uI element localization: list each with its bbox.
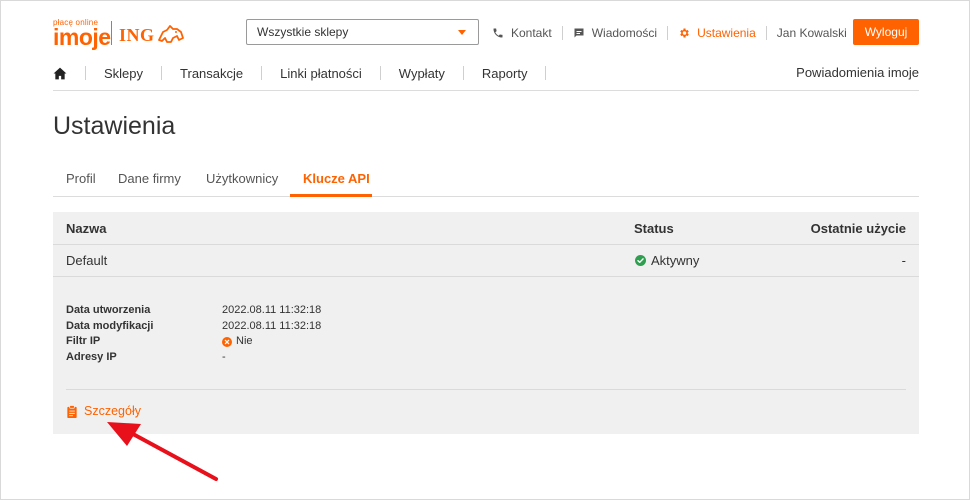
clipboard-icon [67,404,77,418]
home-icon [53,67,67,79]
page-title: Ustawienia [53,112,176,140]
store-select-value: Wszystkie sklepy [257,25,349,39]
header-links: Kontakt Wiadomości Ustawienia Jan Kowals… [492,25,847,41]
store-select[interactable]: Wszystkie sklepy [246,19,479,45]
modified-value: 2022.08.11 11:32:18 [222,319,322,332]
details-link-label: Szczegóły [84,404,141,418]
divider [462,66,464,80]
created-label: Data utworzenia [66,304,151,316]
divider [765,26,767,40]
check-circle-icon [635,255,646,266]
column-header-last-used: Ostatnie użycie [810,221,906,236]
modified-label: Data modyfikacji [66,319,154,332]
active-tab-indicator [290,194,372,197]
contact-link[interactable]: Kontakt [492,26,552,40]
row-divider [53,276,919,277]
nav-item-raporty[interactable]: Raporty [482,66,528,81]
imoje-ing-logo[interactable]: płacę online imoje ING [53,15,193,50]
created-value: 2022.08.11 11:32:18 [222,304,322,316]
ip-addresses-value: - [222,350,226,363]
nav-divider [53,90,919,91]
status-label: Aktywny [651,253,700,268]
settings-tabs: Profil Dane firmy Użytkownicy Klucze API [53,161,919,197]
contact-label: Kontakt [511,26,552,40]
ip-addresses-label: Adresy IP [66,350,117,363]
status-badge: Aktywny [635,253,699,268]
details-link[interactable]: Szczegóły [66,404,141,418]
user-name[interactable]: Jan Kowalski [777,26,847,40]
column-header-name: Nazwa [66,221,107,236]
nav-home[interactable] [53,67,67,80]
api-key-name: Default [66,253,108,268]
divider [161,66,163,80]
ing-lion-icon [158,25,184,43]
logout-button[interactable]: Wyloguj [853,19,919,45]
divider [261,66,263,80]
settings-link[interactable]: Ustawienia [678,26,756,40]
api-keys-table: Nazwa Status Ostatnie użycie Default Akt… [53,212,919,434]
ip-filter-text: Nie [236,335,253,347]
notifications-link[interactable]: Powiadomienia imoje [796,65,919,80]
divider [545,66,547,80]
messages-link[interactable]: Wiadomości [573,26,657,40]
nav-item-wyplaty[interactable]: Wypłaty [399,66,445,81]
tab-profil[interactable]: Profil [66,171,96,186]
column-header-status: Status [634,221,674,236]
logo-brand: imoje [53,24,111,50]
divider [667,26,669,40]
main-nav: Sklepy Transakcje Linki płatności Wypłat… [53,63,919,83]
nav-item-linki-platnosci[interactable]: Linki płatności [280,66,362,81]
nav-item-transakcje[interactable]: Transakcje [180,66,243,81]
last-used-value: - [901,253,906,268]
logo-partner: ING [119,25,155,45]
ip-filter-label: Filtr IP [66,335,101,347]
divider [379,66,381,80]
x-circle-icon [222,336,232,347]
nav-item-sklepy[interactable]: Sklepy [104,66,143,81]
messages-label: Wiadomości [591,26,658,40]
divider [561,26,563,40]
tab-klucze-api[interactable]: Klucze API [303,171,370,186]
ip-filter-value: Nie [222,334,253,350]
chevron-down-icon [458,30,466,35]
settings-label: Ustawienia [697,26,756,40]
tab-uzytkownicy[interactable]: Użytkownicy [206,171,278,186]
gear-icon [680,28,689,38]
tab-dane-firmy[interactable]: Dane firmy [118,171,181,186]
details-divider [66,389,906,390]
phone-icon [493,28,503,38]
divider [85,66,86,80]
message-icon [574,28,584,38]
row-divider [53,244,919,245]
logo-divider [111,21,112,45]
